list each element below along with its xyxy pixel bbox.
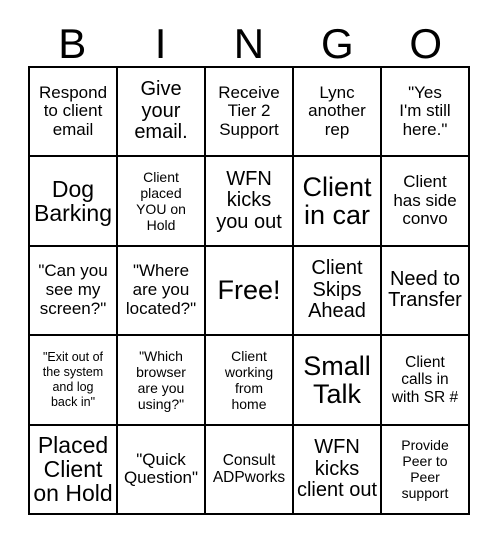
- bingo-grid: Respond to client email Give your email. R…: [28, 66, 470, 515]
- bingo-cell-label: WFN kicks client out: [296, 435, 378, 502]
- bingo-cell-r1c5[interactable]: "Yes I'm still here.": [382, 68, 470, 158]
- bingo-cell-label: Client calls in with SR #: [391, 353, 459, 406]
- bingo-cell-label: "Yes I'm still here.": [399, 82, 451, 140]
- bingo-cell-r3c1[interactable]: "Can you see my screen?": [30, 246, 118, 337]
- bingo-cell-r1c2[interactable]: Give your email.: [118, 68, 206, 158]
- bingo-header-letter-1: I: [154, 20, 167, 67]
- bingo-cell-label: "Can you see my screen?": [38, 261, 108, 318]
- bingo-cell-label: Client placed YOU on Hold: [136, 168, 186, 234]
- bingo-cell-r5c4[interactable]: WFN kicks client out: [294, 425, 382, 515]
- bingo-cell-label: Placed Client on Hold: [33, 431, 113, 507]
- bingo-cell-label: Small Talk: [303, 350, 371, 409]
- bingo-cell-label: Dog Barking: [34, 175, 112, 227]
- bingo-cell-label: Client in car: [302, 171, 372, 231]
- bingo-cell-r3c2[interactable]: "Where are you located?": [118, 246, 206, 337]
- bingo-cell-r2c5[interactable]: Client has side convo: [382, 157, 470, 247]
- bingo-card: B I N G O Respond to client email Give your e…: [0, 0, 500, 544]
- bingo-cell-r5c2[interactable]: "Quick Question": [118, 425, 206, 515]
- bingo-cell-r1c4[interactable]: Lync another rep: [294, 68, 382, 158]
- bingo-header-letter-2: N: [233, 20, 265, 67]
- bingo-cell-r2c2[interactable]: Client placed YOU on Hold: [118, 157, 206, 247]
- bingo-cell-label: "Exit out of the system and log back in": [42, 350, 104, 409]
- bingo-cell-r1c3[interactable]: Receive Tier 2 Support: [206, 68, 294, 158]
- bingo-header: BINGO: [28, 14, 470, 66]
- bingo-cell-label: WFN kicks you out: [216, 167, 282, 233]
- bingo-cell-r5c5[interactable]: Provide Peer to Peer support: [382, 425, 470, 515]
- bingo-cell-label: Consult ADPworks: [212, 451, 286, 487]
- bingo-header-letter-3: G: [321, 20, 354, 67]
- bingo-cell-label: Free!: [217, 275, 281, 306]
- bingo-cell-r1c1[interactable]: Respond to client email: [30, 68, 118, 158]
- bingo-cell-label: Client Skips Ahead: [308, 257, 366, 323]
- bingo-cell-r5c1[interactable]: Placed Client on Hold: [30, 425, 118, 515]
- bingo-header-letter-0: B: [58, 20, 87, 67]
- bingo-cell-label: "Which browser are you using?": [136, 347, 186, 412]
- bingo-cell-r2c3[interactable]: WFN kicks you out: [206, 157, 294, 247]
- bingo-cell-r3c3[interactable]: Free!: [206, 246, 294, 337]
- bingo-cell-label: "Where are you located?": [125, 261, 197, 318]
- bingo-cell-r4c4[interactable]: Small Talk: [294, 336, 382, 426]
- bingo-cell-r3c5[interactable]: Need to Transfer: [382, 246, 470, 337]
- bingo-cell-label: "Quick Question": [123, 449, 199, 488]
- bingo-cell-label: Receive Tier 2 Support: [218, 82, 280, 140]
- bingo-header-letter-4: O: [409, 20, 443, 67]
- bingo-cell-r5c3[interactable]: Consult ADPworks: [206, 425, 294, 515]
- bingo-cell-label: Lync another rep: [308, 82, 366, 140]
- bingo-cell-r4c2[interactable]: "Which browser are you using?": [118, 336, 206, 426]
- bingo-cell-r4c1[interactable]: "Exit out of the system and log back in": [30, 336, 118, 426]
- bingo-cell-r3c4[interactable]: Client Skips Ahead: [294, 246, 382, 337]
- bingo-cell-label: Client working from home: [224, 347, 274, 412]
- bingo-cell-r2c1[interactable]: Dog Barking: [30, 157, 118, 247]
- bingo-cell-label: Need to Transfer: [388, 267, 462, 312]
- bingo-cell-r2c4[interactable]: Client in car: [294, 157, 382, 247]
- bingo-cell-r4c3[interactable]: Client working from home: [206, 336, 294, 426]
- bingo-cell-label: Respond to client email: [38, 82, 108, 140]
- bingo-cell-label: Client has side convo: [393, 172, 457, 229]
- bingo-cell-label: Provide Peer to Peer support: [401, 437, 449, 502]
- bingo-cell-label: Give your email.: [134, 78, 188, 144]
- bingo-cell-r4c5[interactable]: Client calls in with SR #: [382, 336, 470, 426]
